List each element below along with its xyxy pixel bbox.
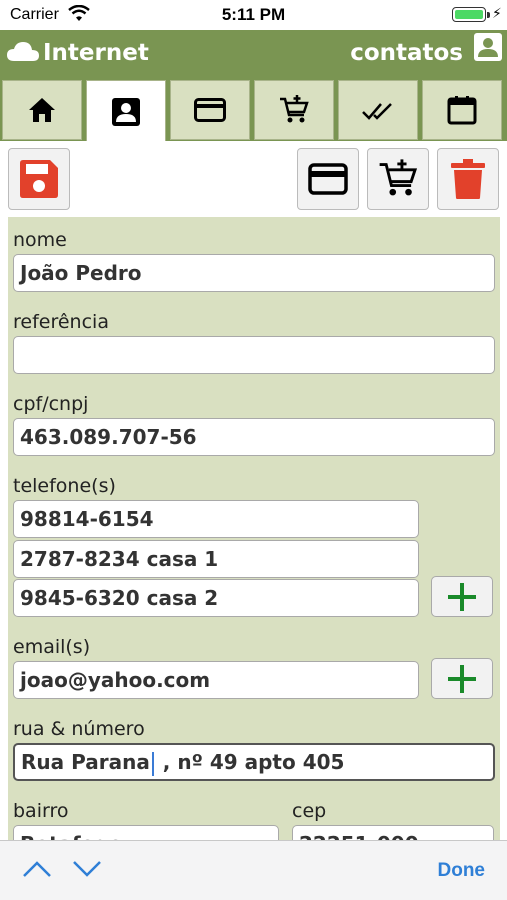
trash-icon	[451, 159, 485, 199]
cep-input[interactable]: 22251-000	[292, 825, 494, 840]
clock: 5:11 PM	[221, 5, 286, 24]
tab-payments[interactable]	[170, 80, 250, 140]
nome-input[interactable]: João Pedro	[13, 254, 495, 292]
telefone-input-1[interactable]: 98814-6154	[13, 500, 419, 538]
referencia-input[interactable]	[13, 336, 495, 374]
contact-icon	[112, 98, 140, 126]
cep-label: cep	[292, 800, 327, 822]
add-email-button[interactable]	[431, 658, 493, 699]
calendar-icon	[447, 96, 477, 125]
rua-label: rua & número	[13, 718, 145, 740]
app-header: Internet contatos	[0, 30, 507, 78]
cart-add-icon	[280, 95, 309, 123]
tab-orders[interactable]	[254, 80, 334, 140]
cpf-label: cpf/cnpj	[13, 393, 89, 415]
text-caret	[151, 751, 154, 776]
rua-value-before-caret: Rua Parana	[21, 750, 150, 774]
email-label: email(s)	[13, 636, 91, 658]
telefone-label: telefone(s)	[13, 475, 116, 497]
cloud-icon	[7, 42, 39, 61]
nome-label: nome	[13, 229, 67, 251]
plus-icon	[448, 582, 476, 611]
battery-icon	[452, 7, 486, 22]
rua-value-after-caret: , nº 49 apto 405	[155, 750, 345, 774]
tab-calendar[interactable]	[422, 80, 502, 140]
cpf-input[interactable]: 463.089.707-56	[13, 418, 495, 456]
previous-field-chevron-up-icon[interactable]	[22, 859, 52, 879]
referencia-label: referência	[13, 311, 109, 333]
payment-button[interactable]	[297, 148, 359, 210]
delete-button[interactable]	[437, 148, 499, 210]
battery-cap	[487, 12, 490, 18]
tab-home[interactable]	[2, 80, 82, 140]
user-profile-icon[interactable]	[473, 32, 503, 62]
rua-input[interactable]: Rua Parana , nº 49 apto 405	[13, 743, 495, 781]
status-bar: Carrier 5:11 PM ⚡	[0, 0, 507, 30]
card-icon	[308, 163, 348, 195]
app-title: Internet	[43, 40, 149, 66]
telefone-input-3[interactable]: 9845-6320 casa 2	[13, 579, 419, 617]
tab-completed[interactable]	[338, 80, 418, 140]
bairro-label: bairro	[13, 800, 69, 822]
save-button[interactable]	[8, 148, 70, 210]
section-title: contatos	[350, 40, 463, 66]
add-telefone-button[interactable]	[431, 576, 493, 617]
telefone-input-2[interactable]: 2787-8234 casa 1	[13, 540, 419, 578]
tab-contacts[interactable]	[86, 80, 166, 143]
new-order-button[interactable]	[367, 148, 429, 210]
save-disk-icon	[20, 160, 58, 198]
plus-icon	[448, 664, 476, 693]
bairro-input[interactable]: Botafogo	[13, 825, 279, 840]
card-icon	[194, 98, 226, 122]
contact-form: nome João Pedro referência cpf/cnpj 463.…	[8, 217, 500, 840]
keyboard-accessory-bar: Done	[0, 840, 507, 900]
home-icon	[29, 98, 55, 122]
tab-bar	[0, 78, 507, 143]
done-button[interactable]: Done	[438, 860, 486, 882]
double-check-icon	[362, 103, 392, 120]
cart-add-icon	[379, 159, 418, 196]
action-toolbar	[0, 141, 507, 217]
email-input[interactable]: joao@yahoo.com	[13, 661, 419, 699]
next-field-chevron-down-icon[interactable]	[72, 859, 102, 879]
charging-bolt-icon: ⚡	[492, 6, 502, 22]
